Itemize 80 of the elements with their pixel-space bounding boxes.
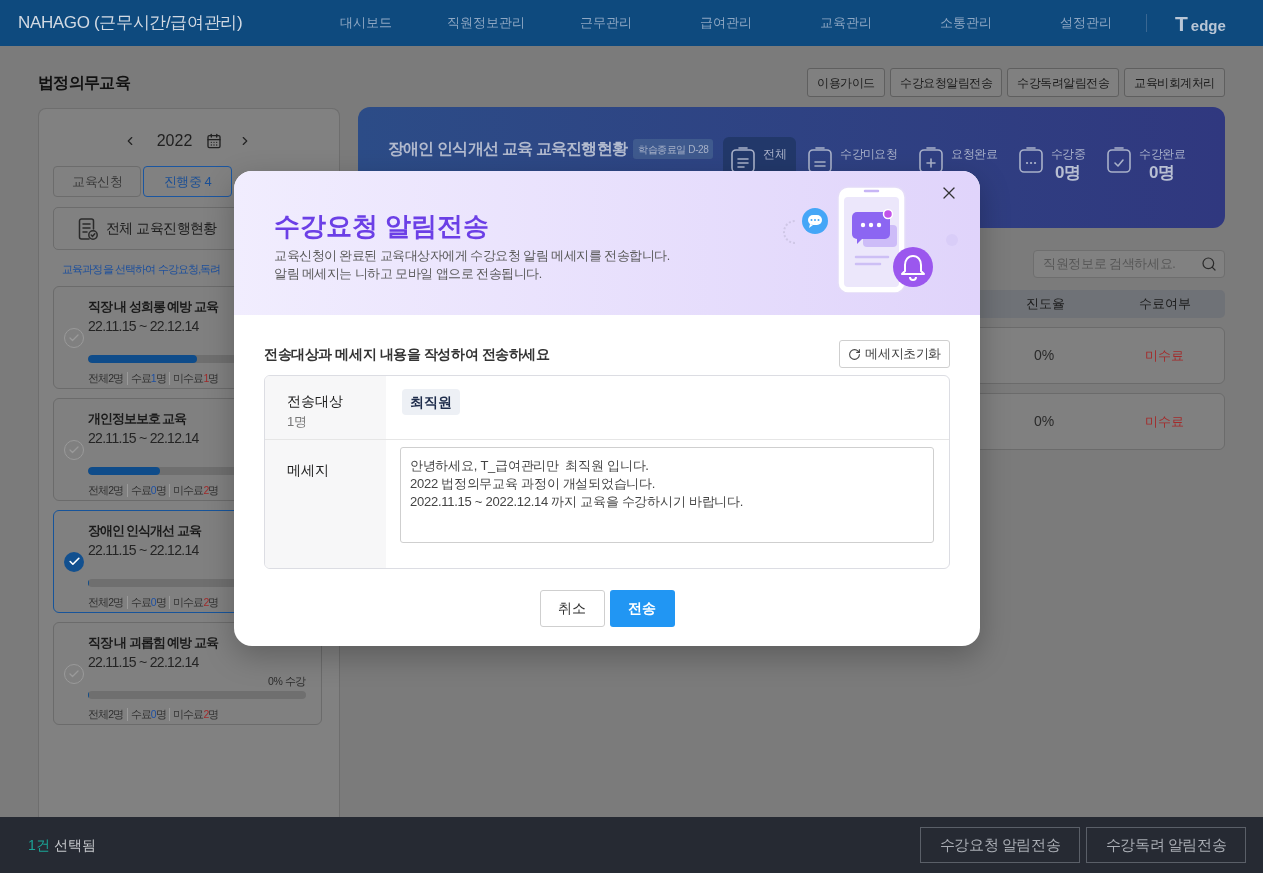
- action-button[interactable]: 수강요청알림전송: [890, 68, 1003, 97]
- nav-link[interactable]: 대시보드: [306, 13, 426, 33]
- dots-document-icon: [1019, 147, 1043, 173]
- course-stat: 전체2명: [88, 708, 124, 721]
- check-document-icon: [1107, 147, 1132, 173]
- notification-button[interactable]: 수강독려 알림전송: [1086, 827, 1246, 863]
- status-label: 수강중: [1051, 147, 1086, 161]
- course-stat: 전체2명: [88, 372, 124, 385]
- status-count: 0명: [1054, 162, 1082, 184]
- recipient-count: 1명: [287, 413, 308, 431]
- course-period: 22.11.15 ~ 22.12.14: [88, 429, 199, 448]
- course-stat: 미수료1명: [169, 372, 219, 385]
- status-label: 수강미요청: [840, 147, 898, 161]
- course-stat: 미수료2명: [169, 708, 219, 721]
- nav-link[interactable]: 직원정보관리: [426, 13, 546, 33]
- course-stat: 전체2명: [88, 596, 124, 609]
- course-title: 개인정보보호 교육: [88, 411, 187, 428]
- status-label: 수강완료: [1139, 147, 1185, 161]
- minus-document-icon: [808, 147, 833, 173]
- refresh-icon: [848, 347, 862, 361]
- status-tab[interactable]: 교육신청: [53, 166, 142, 197]
- progress-cell-text: 0%: [1032, 412, 1056, 431]
- dialog-description: 알림 메세지는 니하고 모바일 앱으로 전송됩니다.: [274, 266, 542, 283]
- notification-button[interactable]: 수강요청 알림전송: [920, 827, 1080, 863]
- status-filter[interactable]: 수강중 0명: [1011, 137, 1096, 189]
- banner-title: 장애인 인식개선 교육 교육진행현황: [388, 139, 627, 159]
- course-title: 장애인 인식개선 교육: [88, 523, 201, 540]
- plus-document-icon: [919, 147, 944, 173]
- nav-link[interactable]: 근무관리: [546, 13, 666, 33]
- recipient-tag: 최직원: [402, 389, 460, 415]
- course-stat: 수료0명: [126, 708, 166, 721]
- progress-cell-text: 0%: [1032, 346, 1056, 365]
- status-count: 0명: [1148, 162, 1176, 184]
- course-stat: 수료1명: [126, 372, 166, 385]
- course-stat: 전체2명: [88, 484, 124, 497]
- cancel-button[interactable]: 취소: [539, 590, 605, 627]
- action-button[interactable]: 교육비회계처리: [1124, 68, 1225, 97]
- progress-label: 0% 수강: [268, 675, 306, 688]
- course-title: 직장 내 괴롭힘 예방 교육: [88, 635, 218, 652]
- course-card[interactable]: 직장 내 괴롭힘 예방 교육 22.11.15 ~ 22.12.14 0% 수강 전체2명 수료0명 미수료2명: [53, 622, 322, 725]
- nav-link[interactable]: 설정관리: [1026, 13, 1146, 33]
- course-stat: 미수료2명: [169, 484, 219, 497]
- selected-count: 1건: [28, 835, 50, 855]
- status-filter[interactable]: 수강미요청: [800, 137, 908, 189]
- status-cell-text: 미수료: [1143, 412, 1185, 431]
- column-header: 수료여부: [1138, 295, 1192, 314]
- reset-message-button[interactable]: 메세지초기화: [839, 340, 950, 368]
- nav-link[interactable]: 급여관리: [666, 13, 786, 33]
- dialog-description: 교육신청이 완료된 교육대상자에게 수강요청 알림 메세지를 전송합니다.: [274, 248, 670, 265]
- list-document-icon: [731, 147, 756, 173]
- status-cell-text: 미수료: [1143, 346, 1185, 365]
- course-period: 22.11.15 ~ 22.12.14: [88, 317, 199, 336]
- calendar-icon[interactable]: [206, 133, 223, 149]
- status-label: 요청완료: [951, 147, 997, 161]
- course-period: 22.11.15 ~ 22.12.14: [88, 541, 199, 560]
- page-title: 법정의무교육: [38, 72, 131, 93]
- send-button[interactable]: 전송: [609, 590, 675, 627]
- course-title: 직장 내 성희롱 예방 교육: [88, 299, 218, 316]
- selected-label: 선택됨: [53, 835, 96, 855]
- course-stat: 수료0명: [126, 596, 166, 609]
- action-button[interactable]: 수강독려알림전송: [1007, 68, 1120, 97]
- deadline-badge: 학습종료일 D-28: [632, 139, 714, 159]
- column-header: 진도율: [1024, 295, 1066, 314]
- nav-link[interactable]: 소통관리: [906, 13, 1026, 33]
- nav-link[interactable]: 교육관리: [786, 13, 906, 33]
- status-label: 전체: [763, 147, 787, 161]
- message-field[interactable]: 안녕하세요, T_급여관리만 최직원 입니다. 2022 법정의무교육 과정이 개설되었습니다. 2022.11.15 ~ 2022.12.14 까지 교육을 수강하시기 바랍니다.: [400, 447, 934, 543]
- action-button[interactable]: 이용가이드: [807, 68, 885, 97]
- year-label: 2022: [156, 131, 193, 151]
- search-icon[interactable]: [1201, 256, 1217, 272]
- document-check-icon: [78, 217, 98, 240]
- status-filter[interactable]: 요청완료: [911, 137, 1007, 189]
- status-filter[interactable]: 수강완료 0명: [1099, 137, 1195, 189]
- course-stat: 수료0명: [126, 484, 166, 497]
- hint-text: 교육과정을 선택하여 수강요청,독려: [61, 262, 221, 277]
- course-period: 22.11.15 ~ 22.12.14: [88, 653, 199, 672]
- app-title: NAHAGO (근무시간/급여관리): [18, 12, 244, 35]
- logo-text: edge: [1190, 17, 1226, 33]
- course-stat: 미수료2명: [169, 596, 219, 609]
- logo-mark: T: [1175, 12, 1188, 34]
